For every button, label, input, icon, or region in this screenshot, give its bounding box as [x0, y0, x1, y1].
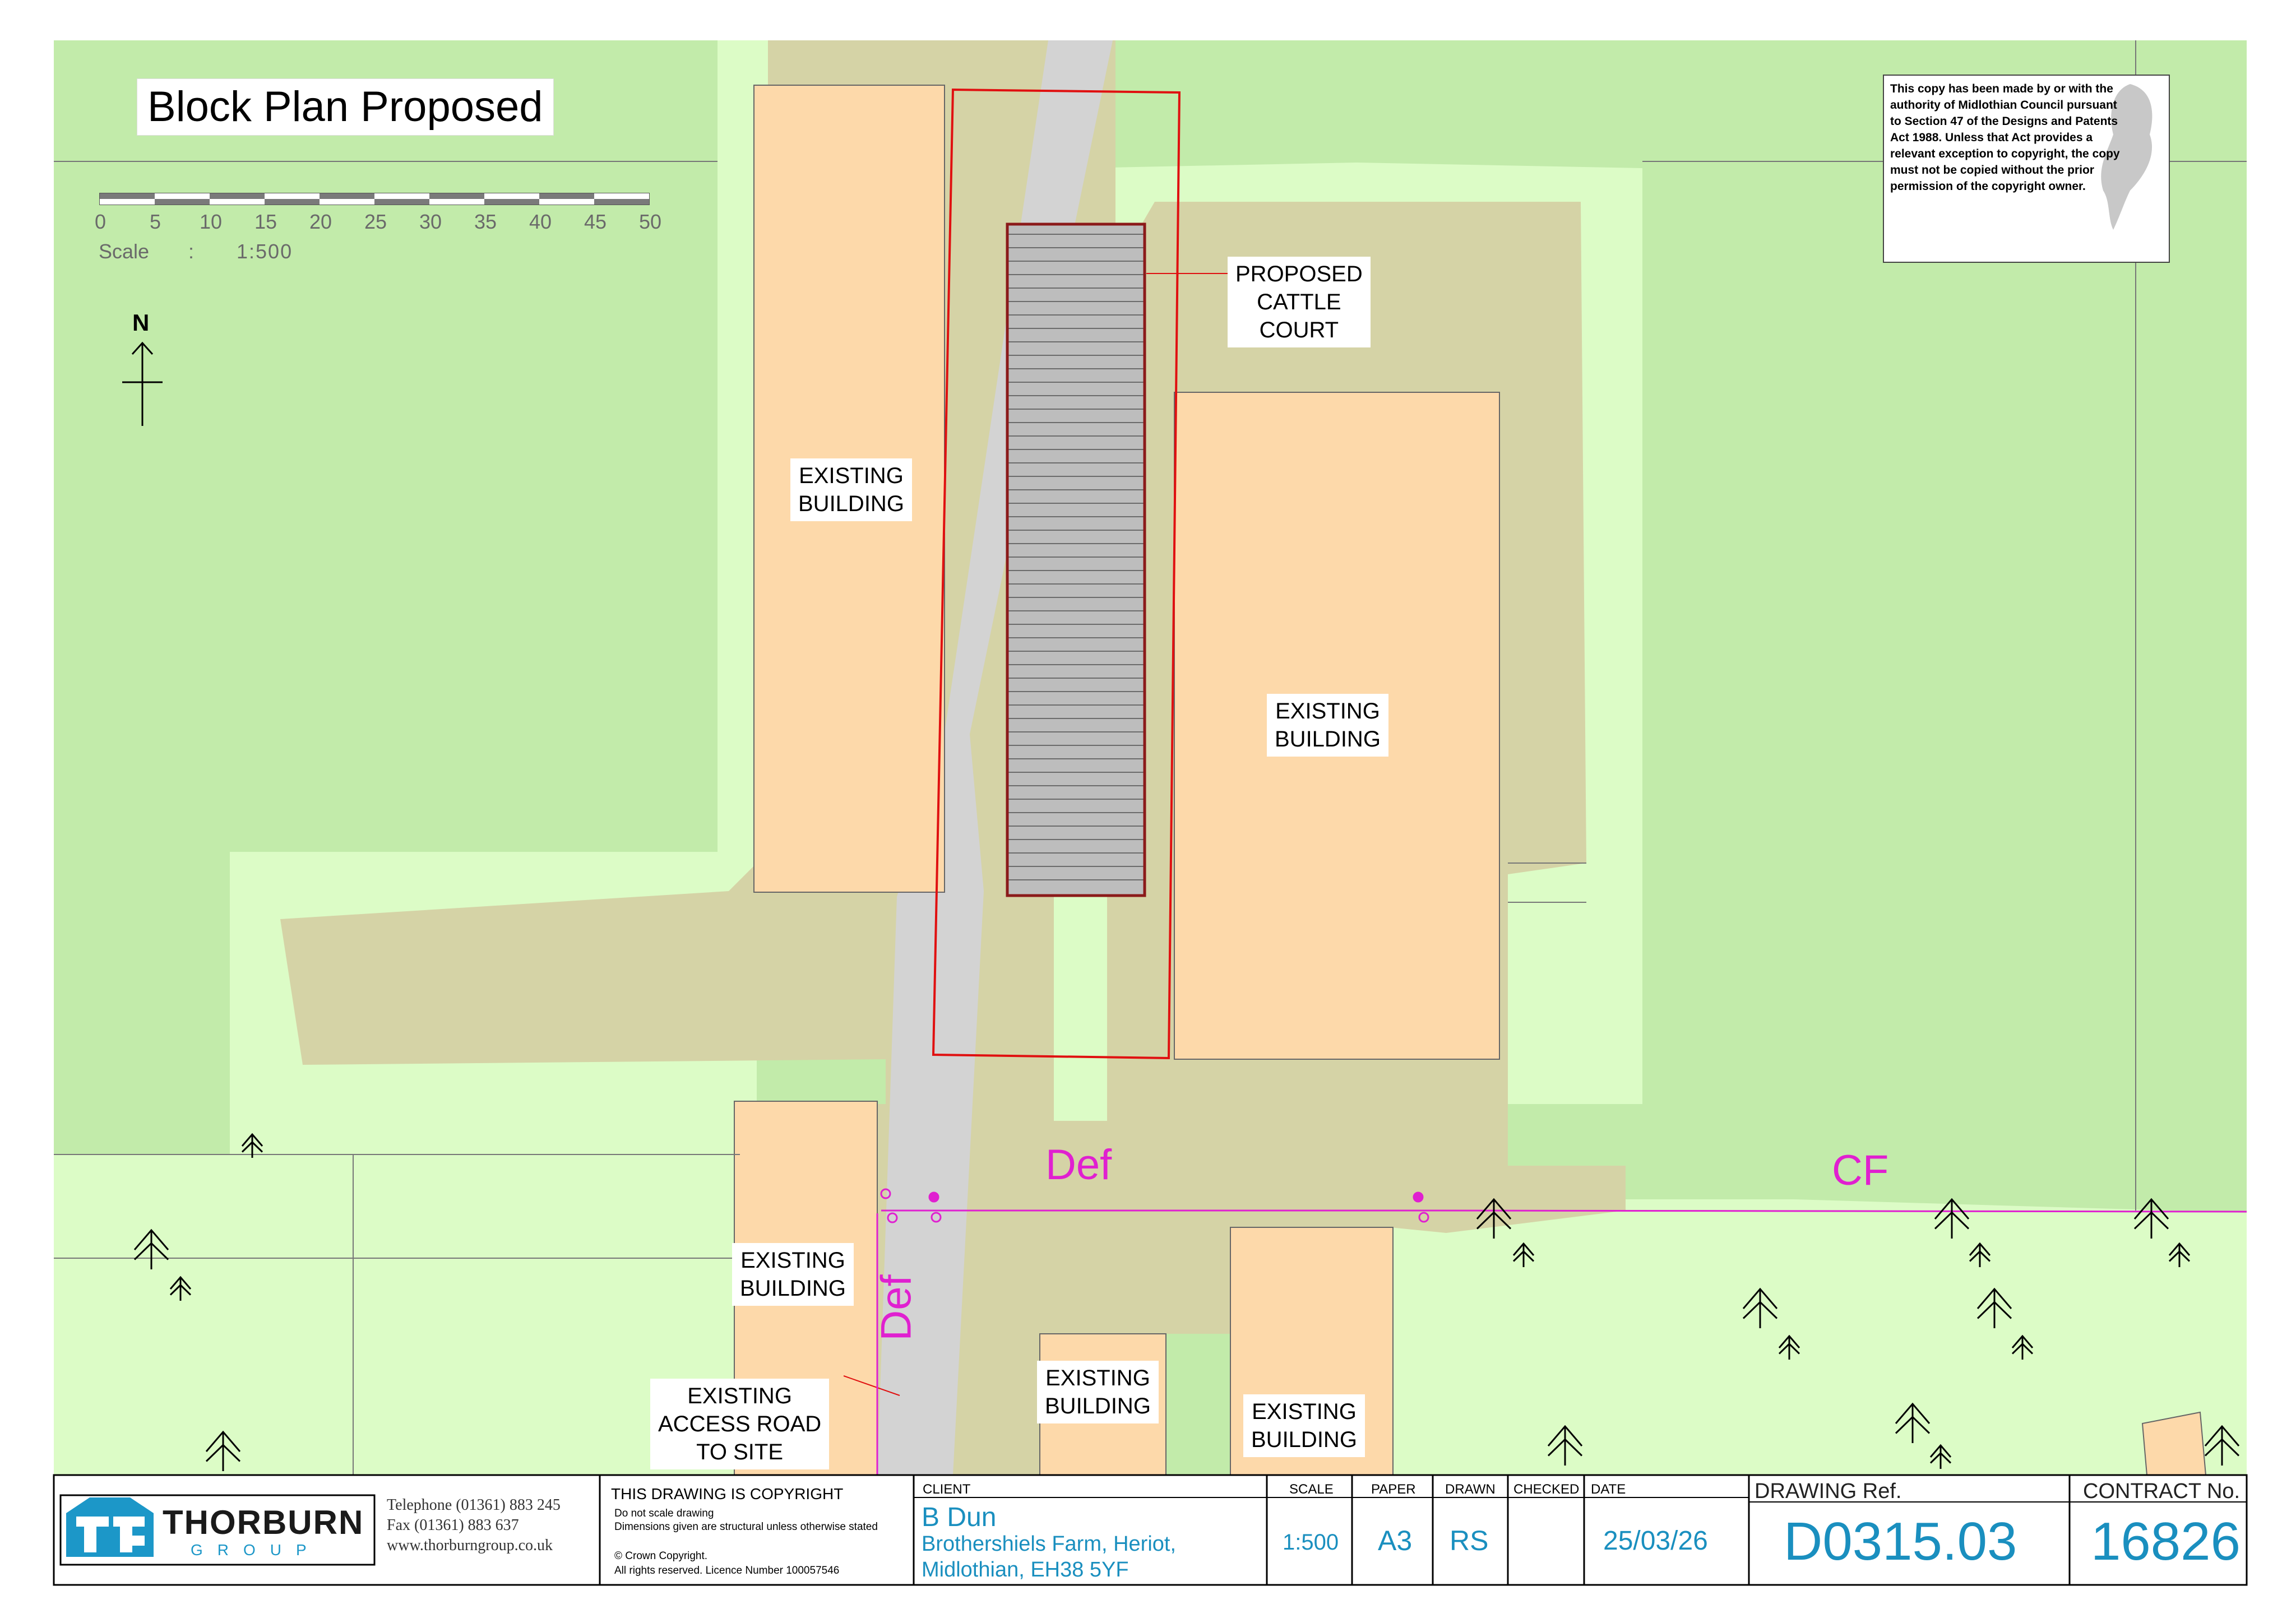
scale-bar-segment — [210, 199, 265, 205]
scale-bar-segment — [539, 199, 594, 205]
scale-separator: : — [188, 240, 195, 263]
proposed-cattle-court — [1007, 224, 1145, 896]
company-fax: Fax (01361) 883 637 — [387, 1517, 519, 1534]
scale-bar-segment — [484, 193, 539, 199]
label-existing-building-west: EXISTING BUILDING — [790, 458, 912, 521]
scale-bar-tick: 0 — [95, 210, 107, 233]
scale-bar-segment — [265, 199, 320, 205]
scale-bar-tick: 15 — [254, 210, 277, 233]
page-title: Block Plan Proposed — [137, 78, 554, 136]
boundary-label-cf: CF — [1832, 1147, 1889, 1194]
date-heading: DATE — [1591, 1482, 1626, 1497]
note-dimensions: Dimensions given are structural unless o… — [614, 1521, 878, 1533]
copyright-heading: THIS DRAWING IS COPYRIGHT — [611, 1485, 844, 1503]
scale-heading: SCALE — [1289, 1482, 1334, 1497]
scale-bar-segment — [320, 199, 374, 205]
client-address-line2: Midlothian, EH38 5YF — [922, 1558, 1129, 1582]
drawing-ref-heading: DRAWING Ref. — [1755, 1480, 1902, 1503]
label-existing-access-road: EXISTING ACCESS ROAD TO SITE — [650, 1379, 830, 1469]
scale-bar-segment — [429, 199, 484, 205]
scale-bar-segment — [100, 193, 155, 199]
note-do-not-scale: Do not scale drawing — [614, 1508, 714, 1519]
scale-bar-tick: 5 — [150, 210, 161, 233]
label-existing-building-south-east: EXISTING BUILDING — [1243, 1394, 1365, 1457]
scale-bar-segment — [594, 199, 649, 205]
existing-building-far-east — [2141, 1411, 2207, 1476]
scale-bar-tick: 40 — [529, 210, 552, 233]
scale-bar-tick: 25 — [364, 210, 387, 233]
scale-bar-segment — [155, 199, 210, 205]
field-south-east — [1379, 1199, 2247, 1475]
boundary-label-def-vertical: Def — [872, 1274, 920, 1341]
paper-field: A3 — [1378, 1525, 1413, 1556]
scale-field: 1:500 — [1283, 1530, 1339, 1555]
scale-bar-segment — [374, 199, 429, 205]
scale-bar-segment — [320, 193, 374, 199]
company-telephone: Telephone (01361) 883 245 — [387, 1496, 561, 1514]
client-heading: CLIENT — [923, 1482, 971, 1497]
scale-bar-segment — [374, 193, 429, 199]
scale-bar-segment — [100, 199, 155, 205]
cattle-court-fill — [1007, 224, 1145, 896]
crown-copyright: © Crown Copyright. — [614, 1550, 708, 1562]
date-field: 25/03/26 — [1603, 1526, 1708, 1556]
scale-label: Scale — [99, 240, 150, 263]
scale-value: 1:500 — [237, 240, 293, 263]
licence-number: All rights reserved. Licence Number 1000… — [614, 1565, 840, 1576]
copyright-notice: This copy has been made by or with the a… — [1890, 82, 2120, 193]
scale-bar-segment — [210, 193, 265, 199]
scale-bar-segment — [429, 193, 484, 199]
checked-heading: CHECKED — [1513, 1482, 1580, 1497]
yard-grass-island — [1054, 891, 1107, 1121]
scale-bar-tick: 45 — [584, 210, 607, 233]
label-existing-building-south-west: EXISTING BUILDING — [732, 1243, 854, 1306]
company-name: THORBURN — [163, 1504, 364, 1541]
boundary-label-def: Def — [1045, 1141, 1112, 1189]
drawn-field: RS — [1450, 1525, 1489, 1556]
label-existing-building-south-mid: EXISTING BUILDING — [1037, 1361, 1159, 1423]
scale-bar-segment — [539, 193, 594, 199]
scale-bar-segment — [265, 193, 320, 199]
label-proposed-cattle-court: PROPOSED CATTLE COURT — [1228, 257, 1371, 347]
scale-bar-tick: 20 — [309, 210, 332, 233]
scale-bar-tick: 10 — [200, 210, 223, 233]
scale-bar-segment — [594, 193, 649, 199]
scale-bar — [99, 193, 650, 205]
north-label: N — [132, 309, 150, 336]
paper-heading: PAPER — [1371, 1482, 1416, 1497]
company-web: www.thorburngroup.co.uk — [387, 1537, 553, 1554]
scale-bar-tick: 30 — [419, 210, 442, 233]
drawing-ref-field: D0315.03 — [1784, 1511, 2017, 1571]
client-name: B Dun — [922, 1503, 997, 1532]
scale-bar-tick: 35 — [474, 210, 497, 233]
drawn-heading: DRAWN — [1445, 1482, 1496, 1497]
field-lower — [54, 1154, 740, 1475]
client-address-line1: Brothershiels Farm, Heriot, — [922, 1532, 1177, 1556]
scale-bar-segment — [484, 199, 539, 205]
label-existing-building-east: EXISTING BUILDING — [1267, 694, 1388, 757]
company-sub: GROUP — [191, 1541, 321, 1559]
contract-heading: CONTRACT No. — [2083, 1480, 2241, 1503]
contract-field: 16826 — [2091, 1511, 2241, 1571]
scale-bar-tick: 50 — [639, 210, 662, 233]
scale-bar-segment — [155, 193, 210, 199]
